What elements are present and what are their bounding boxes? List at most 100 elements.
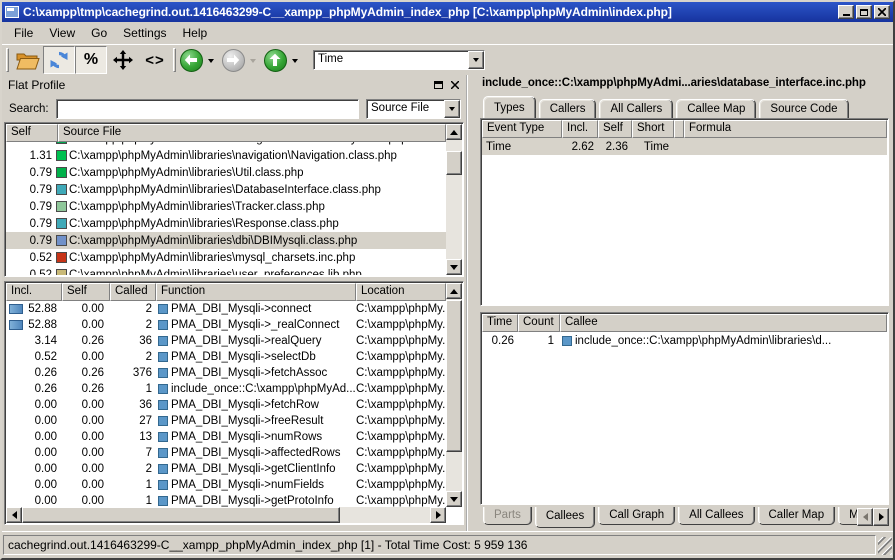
menu-item-settings[interactable]: Settings <box>115 23 174 43</box>
menu-item-file[interactable]: File <box>6 23 41 43</box>
maximize-button[interactable] <box>856 5 872 19</box>
column-header-self[interactable]: Self <box>598 120 632 138</box>
tab-types[interactable]: Types <box>483 96 536 118</box>
column-header-callee[interactable]: Callee <box>560 314 887 332</box>
scrollbar-track[interactable] <box>340 507 430 523</box>
reload-button[interactable] <box>43 46 75 74</box>
function-cell: PMA_DBI_Mysqli->getProtoInfo <box>156 495 356 507</box>
tab-caller-map[interactable]: Caller Map <box>758 507 836 525</box>
function-row[interactable]: 0.000.002PMA_DBI_Mysqli->getClientInfoC:… <box>6 461 446 477</box>
column-header-event-type[interactable]: Event Type <box>482 120 562 138</box>
function-row[interactable]: 0.000.001PMA_DBI_Mysqli->numFieldsC:\xam… <box>6 477 446 493</box>
scrollbar-thumb[interactable] <box>446 300 462 452</box>
source-table-vscrollbar[interactable] <box>446 124 462 275</box>
back-icon <box>180 49 203 72</box>
source-file-row[interactable]: 0.79C:\xampp\phpMyAdmin\libraries\Respon… <box>6 215 446 232</box>
function-table-hscrollbar[interactable] <box>6 507 446 523</box>
scrollbar-up-button[interactable] <box>446 124 462 140</box>
function-row[interactable]: 0.000.0013PMA_DBI_Mysqli->numRowsC:\xamp… <box>6 429 446 445</box>
scrollbar-right-button[interactable] <box>430 507 446 523</box>
column-header-formula[interactable]: Formula <box>684 120 887 138</box>
tab-callers[interactable]: Callers <box>539 99 597 118</box>
source-file-row[interactable]: 0.52C:\xampp\phpMyAdmin\libraries\user_p… <box>6 266 446 275</box>
forward-button[interactable] <box>220 46 246 74</box>
self-cell: 0.00 <box>62 431 110 443</box>
tab-scroll-right-button[interactable] <box>873 508 889 526</box>
scrollbar-thumb[interactable] <box>22 507 340 523</box>
panel-splitter[interactable] <box>466 75 478 531</box>
back-dropdown-arrow[interactable] <box>208 59 214 66</box>
function-row[interactable]: 52.880.002PMA_DBI_Mysqli->connectC:\xamp… <box>6 301 446 317</box>
column-header-called[interactable]: Called <box>110 283 156 301</box>
close-button[interactable] <box>874 5 890 19</box>
column-header-time[interactable]: Time <box>482 314 518 332</box>
column-header-source-file[interactable]: Source File <box>58 124 446 142</box>
scrollbar-left-button[interactable] <box>6 507 22 523</box>
tab-call-graph[interactable]: Call Graph <box>598 507 675 525</box>
dock-float-button[interactable] <box>431 78 445 92</box>
incl-cell: 0.00 <box>6 447 62 459</box>
column-header-function[interactable]: Function <box>156 283 356 301</box>
percentage-button[interactable]: % <box>75 46 107 74</box>
column-header-self[interactable]: Self <box>62 283 110 301</box>
function-row[interactable]: 0.260.261include_once::C:\xampp\phpMyAd.… <box>6 381 446 397</box>
column-header-short[interactable]: Short <box>632 120 674 138</box>
tab-parts[interactable]: Parts <box>483 507 532 525</box>
event-type-combo[interactable]: Time <box>313 50 485 70</box>
column-header-location[interactable]: Location <box>356 283 446 301</box>
scrollbar-down-button[interactable] <box>446 491 462 507</box>
source-file-row[interactable]: 0.79C:\xampp\phpMyAdmin\libraries\Util.c… <box>6 164 446 181</box>
function-row[interactable]: 0.000.001PMA_DBI_Mysqli->getProtoInfoC:\… <box>6 493 446 507</box>
column-header-incl[interactable]: Incl. <box>562 120 598 138</box>
column-header-count[interactable]: Count <box>518 314 560 332</box>
open-file-button[interactable] <box>11 46 43 74</box>
function-row[interactable]: 0.000.007PMA_DBI_Mysqli->affectedRowsC:\… <box>6 445 446 461</box>
expand-areas-button[interactable] <box>107 46 139 74</box>
tab-callee-map[interactable]: Callee Map <box>676 99 756 118</box>
grouping-combo[interactable]: Source File <box>366 99 461 119</box>
column-header-spacer <box>674 120 684 138</box>
menu-item-help[interactable]: Help <box>175 23 216 43</box>
callee-row[interactable]: 0.26 1 include_once::C:\xampp\phpMyAdmin… <box>482 332 887 349</box>
event-type-combo-button[interactable] <box>468 51 484 69</box>
up-button[interactable] <box>262 46 288 74</box>
tab-source-code[interactable]: Source Code <box>759 99 848 118</box>
forward-dropdown-arrow[interactable] <box>250 59 256 66</box>
dock-title-bar[interactable]: Flat Profile <box>4 75 466 95</box>
event-type-row[interactable]: Time 2.62 2.36 Time <box>482 138 887 155</box>
column-header-incl[interactable]: Incl. <box>6 283 62 301</box>
scrollbar-up-button[interactable] <box>446 283 462 299</box>
source-file-row[interactable]: 0.79C:\xampp\phpMyAdmin\libraries\dbi\DB… <box>6 232 446 249</box>
function-row[interactable]: 0.260.26376PMA_DBI_Mysqli->fetchAssocC:\… <box>6 365 446 381</box>
search-input[interactable] <box>56 99 359 119</box>
source-file-table: Self Source File 1.57C:\xampp\phpMyAdmin… <box>4 122 464 277</box>
grouping-combo-button[interactable] <box>444 100 460 118</box>
source-file-row[interactable]: 0.79C:\xampp\phpMyAdmin\libraries\Tracke… <box>6 198 446 215</box>
source-file-row[interactable]: 1.31C:\xampp\phpMyAdmin\libraries\naviga… <box>6 147 446 164</box>
source-file-row[interactable]: 0.79C:\xampp\phpMyAdmin\libraries\Databa… <box>6 181 446 198</box>
scrollbar-down-button[interactable] <box>446 259 462 275</box>
tab-all-callers[interactable]: All Callers <box>599 99 673 118</box>
function-row[interactable]: 0.000.0027PMA_DBI_Mysqli->freeResultC:\x… <box>6 413 446 429</box>
function-table-vscrollbar[interactable] <box>446 283 462 507</box>
up-dropdown-arrow[interactable] <box>292 59 298 66</box>
dock-close-button[interactable] <box>448 78 462 92</box>
menu-item-go[interactable]: Go <box>83 23 115 43</box>
menu-item-view[interactable]: View <box>41 23 83 43</box>
function-row[interactable]: 52.880.002PMA_DBI_Mysqli->_realConnectC:… <box>6 317 446 333</box>
resize-grip[interactable] <box>878 537 892 555</box>
function-name: PMA_DBI_Mysqli->realQuery <box>171 335 322 347</box>
toolbar-handle[interactable] <box>6 48 9 72</box>
tab-all-callees[interactable]: All Callees <box>678 507 754 525</box>
cycle-grouping-button[interactable]: <> <box>139 46 171 74</box>
function-row[interactable]: 0.520.002PMA_DBI_Mysqli->selectDbC:\xamp… <box>6 349 446 365</box>
function-row[interactable]: 3.140.2636PMA_DBI_Mysqli->realQueryC:\xa… <box>6 333 446 349</box>
minimize-button[interactable] <box>838 5 854 19</box>
function-row[interactable]: 0.000.0036PMA_DBI_Mysqli->fetchRowC:\xam… <box>6 397 446 413</box>
back-button[interactable] <box>178 46 204 74</box>
column-header-self[interactable]: Self <box>6 124 58 142</box>
scrollbar-thumb[interactable] <box>446 151 462 175</box>
source-file-row[interactable]: 0.52C:\xampp\phpMyAdmin\libraries\mysql_… <box>6 249 446 266</box>
tab-callees[interactable]: Callees <box>535 507 595 528</box>
tab-scroll-left-button[interactable] <box>857 508 873 526</box>
